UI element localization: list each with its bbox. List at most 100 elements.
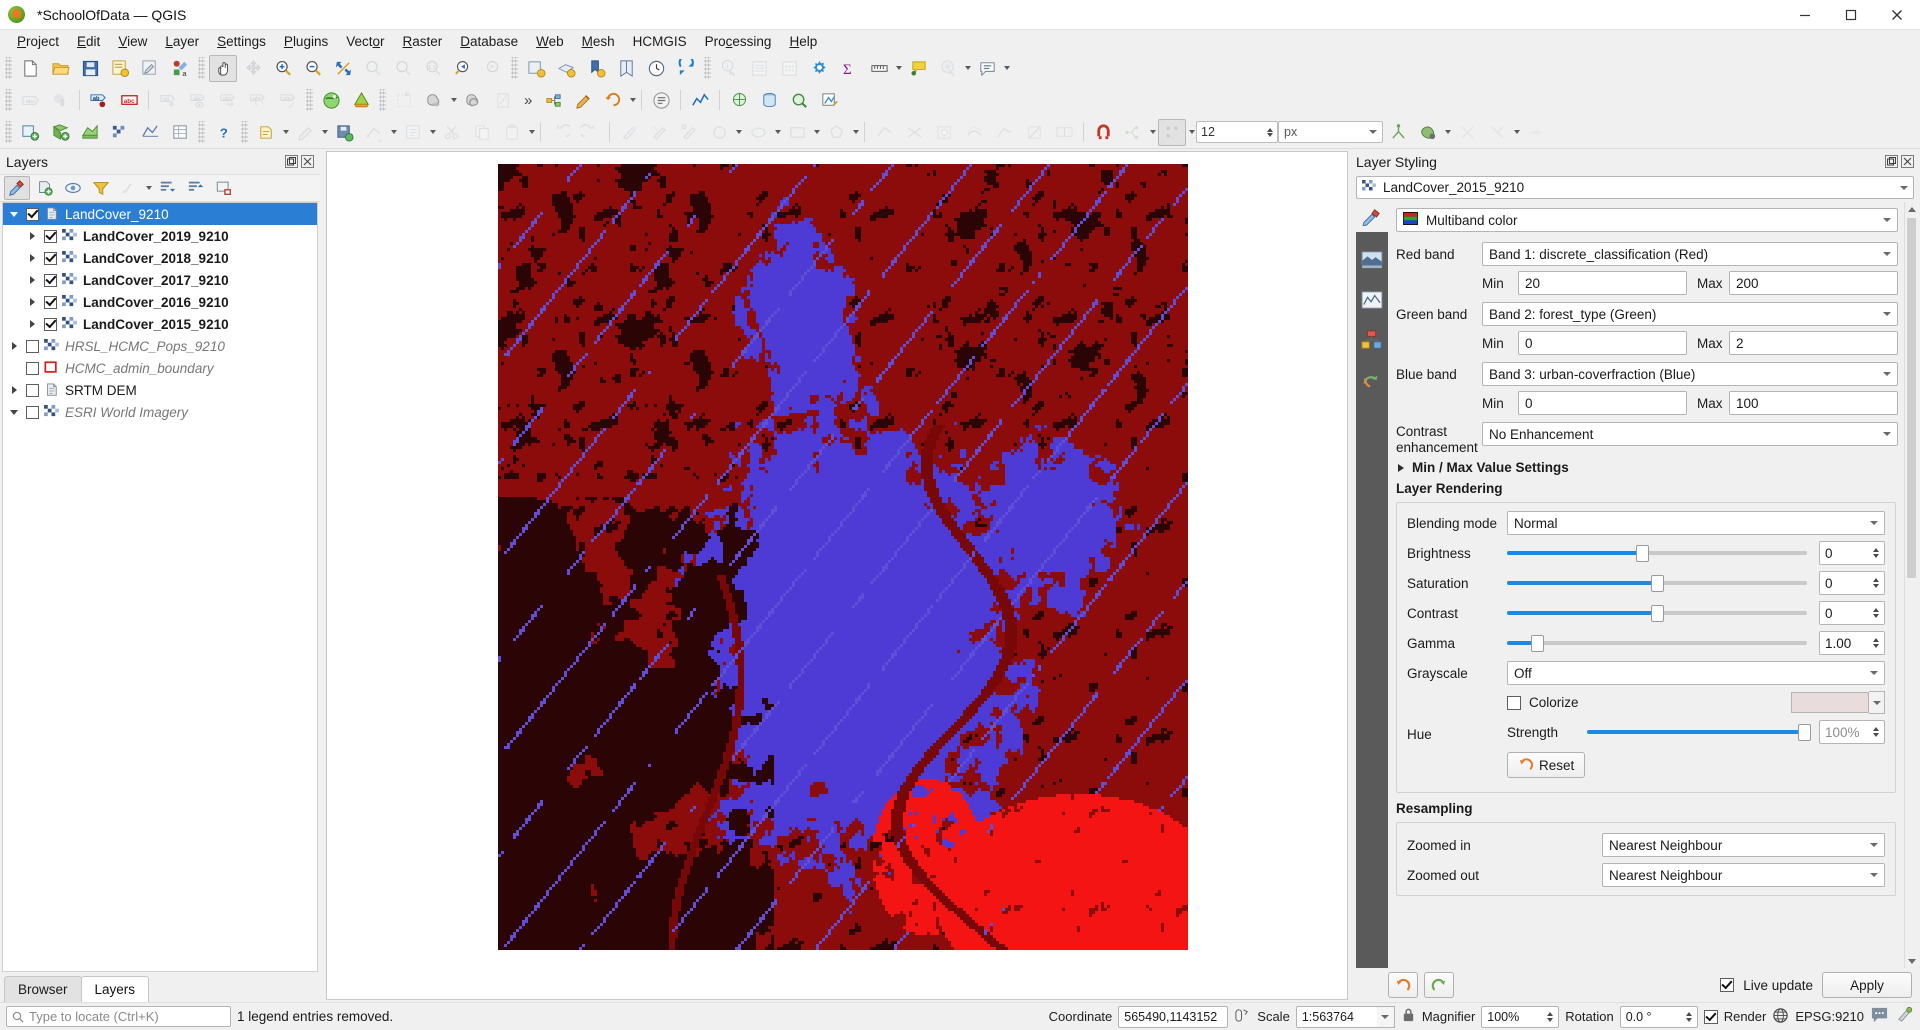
snapping-dropdown-icon[interactable] bbox=[1148, 119, 1157, 146]
select-by-expression-icon[interactable] bbox=[489, 87, 517, 114]
snapping-units-select[interactable]: px bbox=[1278, 121, 1383, 143]
menu-layer[interactable]: Layer bbox=[156, 32, 208, 51]
pan-to-selection-icon[interactable] bbox=[239, 55, 267, 82]
colorize-color-swatch[interactable] bbox=[1791, 692, 1869, 714]
crs-globe-icon[interactable] bbox=[1772, 1007, 1789, 1027]
transparency-tab-icon[interactable] bbox=[1359, 248, 1385, 272]
show-map-theme-icon[interactable] bbox=[934, 55, 962, 82]
menu-plugins[interactable]: Plugins bbox=[275, 32, 337, 51]
map-tips-icon[interactable] bbox=[904, 55, 932, 82]
locator-search-input[interactable]: Type to locate (Ctrl+K) bbox=[6, 1006, 231, 1027]
menu-edit[interactable]: Edit bbox=[68, 32, 109, 51]
add-group-icon[interactable] bbox=[32, 176, 58, 200]
cut-features-icon[interactable] bbox=[438, 119, 466, 146]
messages-icon[interactable] bbox=[1870, 1006, 1889, 1027]
measure-dropdown-icon[interactable] bbox=[894, 55, 903, 82]
pin-labels-icon[interactable]: ab bbox=[85, 87, 113, 114]
remove-layer-icon[interactable] bbox=[211, 176, 237, 200]
toolbar-overflow-icon[interactable]: » bbox=[518, 92, 538, 109]
menu-raster[interactable]: Raster bbox=[394, 32, 452, 51]
current-edits-dropdown-icon[interactable] bbox=[281, 119, 290, 146]
rectangle-dropdown-icon[interactable] bbox=[812, 119, 821, 146]
snapping-tolerance-dropdown-icon[interactable] bbox=[1187, 119, 1196, 146]
zoom-to-selection-icon[interactable] bbox=[359, 55, 387, 82]
hcmgis-basemap-icon[interactable] bbox=[317, 87, 345, 114]
temporal-controller-icon[interactable] bbox=[642, 55, 670, 82]
circle-dropdown-icon[interactable] bbox=[734, 119, 743, 146]
symbology-tab-icon[interactable] bbox=[1356, 202, 1388, 232]
chevron-down-icon[interactable] bbox=[7, 207, 21, 221]
layout-manager-icon[interactable] bbox=[136, 55, 164, 82]
paste-features-icon[interactable] bbox=[498, 119, 526, 146]
slider-track[interactable] bbox=[1507, 604, 1807, 622]
histogram-tab-icon[interactable] bbox=[1359, 288, 1385, 312]
change-label-icon[interactable]: abc bbox=[274, 87, 302, 114]
layer-tree-item[interactable]: LandCover_2016_9210 bbox=[3, 291, 317, 313]
merge-features-icon[interactable] bbox=[1050, 119, 1078, 146]
layer-visibility-checkbox[interactable] bbox=[26, 361, 39, 375]
toggle-extents-icon[interactable] bbox=[1234, 1007, 1251, 1027]
styling-layer-select[interactable]: LandCover_2015_9210 bbox=[1356, 176, 1914, 199]
filter-legend-dropdown-icon[interactable] bbox=[144, 175, 153, 202]
menu-view[interactable]: View bbox=[109, 32, 156, 51]
toolbar-grip[interactable] bbox=[241, 121, 248, 143]
label-toggle-icon[interactable]: abc bbox=[16, 87, 44, 114]
strength-value-input[interactable]: 100% bbox=[1819, 720, 1885, 745]
zoom-full-icon[interactable] bbox=[329, 55, 357, 82]
reshape-features-icon[interactable] bbox=[990, 119, 1018, 146]
apply-button[interactable]: Apply bbox=[1822, 972, 1912, 998]
reverse-line-icon[interactable] bbox=[870, 119, 898, 146]
layers-panel-close-icon[interactable] bbox=[301, 155, 314, 168]
move-label-icon[interactable]: ab bbox=[154, 87, 182, 114]
layer-visibility-checkbox[interactable] bbox=[44, 229, 57, 243]
georeferencer-icon[interactable] bbox=[725, 87, 753, 114]
help-contents-icon[interactable]: ? bbox=[209, 119, 237, 146]
toggle-editing-icon[interactable] bbox=[291, 119, 319, 146]
rendering-tab-icon[interactable] bbox=[1359, 328, 1385, 352]
undo-edit-icon[interactable] bbox=[546, 119, 574, 146]
grayscale-select[interactable]: Off bbox=[1507, 661, 1885, 686]
layer-visibility-checkbox[interactable] bbox=[44, 251, 57, 265]
minmax-value-settings-disclosure[interactable]: Min / Max Value Settings bbox=[1398, 460, 1918, 475]
offset-curve-icon[interactable] bbox=[960, 119, 988, 146]
menu-database[interactable]: Database bbox=[451, 32, 527, 51]
zoomed-in-select[interactable]: Nearest Neighbour bbox=[1602, 833, 1885, 858]
diagram-icon[interactable] bbox=[46, 87, 74, 114]
zoom-out-icon[interactable] bbox=[299, 55, 327, 82]
slider-track[interactable] bbox=[1507, 634, 1807, 652]
snap-middle-icon[interactable] bbox=[1522, 119, 1550, 146]
paste-dropdown-icon[interactable] bbox=[527, 119, 536, 146]
add-point-feature-icon[interactable] bbox=[615, 119, 643, 146]
collapse-all-icon[interactable] bbox=[183, 176, 209, 200]
layer-visibility-checkbox[interactable] bbox=[44, 317, 57, 331]
toolbar-grip[interactable] bbox=[198, 57, 205, 79]
band-select[interactable]: Band 3: urban-coverfraction (Blue) bbox=[1482, 362, 1898, 386]
menu-mesh[interactable]: Mesh bbox=[573, 32, 624, 51]
live-update-checkbox[interactable] bbox=[1720, 978, 1735, 992]
history-dropdown-icon[interactable] bbox=[628, 87, 637, 114]
render-checkbox[interactable] bbox=[1703, 1009, 1718, 1024]
add-vector-layer-icon[interactable] bbox=[76, 119, 104, 146]
menu-hcmgis[interactable]: HCMGIS bbox=[624, 32, 696, 51]
slider-value-input[interactable]: 0 bbox=[1819, 601, 1885, 626]
chevron-right-icon[interactable] bbox=[7, 383, 21, 397]
zoomed-out-select[interactable]: Nearest Neighbour bbox=[1602, 863, 1885, 888]
field-calculator-icon[interactable] bbox=[775, 55, 803, 82]
editing-dropdown-icon[interactable] bbox=[320, 119, 329, 146]
edit-model-icon[interactable] bbox=[569, 87, 597, 114]
measure-line-icon[interactable] bbox=[865, 55, 893, 82]
hcmgis-tools-icon[interactable] bbox=[347, 87, 375, 114]
menu-settings[interactable]: Settings bbox=[208, 32, 275, 51]
split-features-icon[interactable] bbox=[1020, 119, 1048, 146]
database-manager-icon[interactable] bbox=[755, 87, 783, 114]
select-dropdown-icon[interactable] bbox=[449, 87, 458, 114]
snapping-tolerance-input[interactable]: 12 bbox=[1196, 121, 1278, 143]
regular-polygon-dropdown-icon[interactable] bbox=[851, 119, 860, 146]
renderer-type-select[interactable]: Multiband color bbox=[1396, 208, 1898, 232]
processing-toolbox-icon[interactable] bbox=[805, 55, 833, 82]
min-input[interactable]: 0 bbox=[1518, 331, 1687, 355]
scale-input[interactable]: 1:563764 bbox=[1295, 1005, 1378, 1028]
new-shapefile-layer-icon[interactable] bbox=[16, 119, 44, 146]
min-input[interactable]: 0 bbox=[1518, 391, 1687, 415]
new-geopackage-layer-icon[interactable] bbox=[46, 119, 74, 146]
